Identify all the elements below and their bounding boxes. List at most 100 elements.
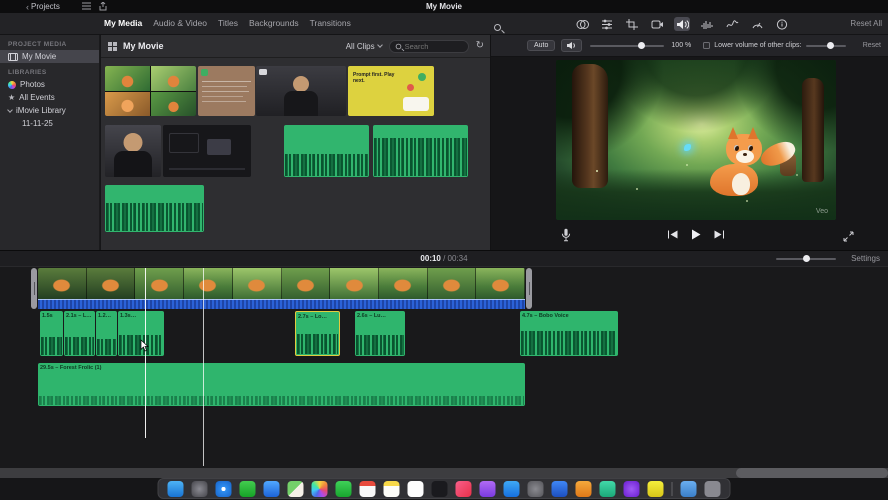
playhead-line[interactable] <box>203 268 204 466</box>
play-button[interactable] <box>691 229 701 240</box>
dock-icon-finder[interactable] <box>167 480 184 497</box>
tab-titles[interactable]: Titles <box>218 18 238 28</box>
volume-adjust-icon[interactable] <box>674 17 690 31</box>
sidebar-item-all-events[interactable]: ★ All Events <box>0 91 99 104</box>
lower-volume-knob[interactable] <box>827 41 835 49</box>
dock-icon-settings[interactable] <box>527 480 544 497</box>
timeline-settings-button[interactable]: Settings <box>851 254 880 263</box>
search-input[interactable] <box>404 41 463 51</box>
refresh-icon[interactable]: ↻ <box>476 41 484 51</box>
tab-backgrounds[interactable]: Backgrounds <box>249 18 299 28</box>
mute-speaker-button[interactable] <box>561 39 583 52</box>
color-balance-icon[interactable] <box>574 17 590 31</box>
dock-icon-podcasts[interactable] <box>479 480 496 497</box>
dock-icon-tv[interactable] <box>431 480 448 497</box>
timeline-ruler[interactable]: 00:10 / 00:34 Settings <box>0 251 888 267</box>
enhance-magnifier-icon[interactable] <box>494 18 501 36</box>
dock-icon-mail[interactable] <box>263 480 280 497</box>
clip-grid-icon[interactable] <box>108 41 117 51</box>
media-thumbnail-document[interactable] <box>198 66 255 116</box>
tab-my-media[interactable]: My Media <box>104 18 142 28</box>
previous-frame-button[interactable] <box>667 230 678 239</box>
video-track[interactable] <box>38 268 525 299</box>
scrollbar-thumb[interactable] <box>736 468 888 478</box>
info-icon[interactable] <box>774 17 790 31</box>
dock-icon-reminders[interactable] <box>407 480 424 497</box>
tab-audio-video[interactable]: Audio & Video <box>153 18 207 28</box>
zoom-slider-knob[interactable] <box>803 255 810 262</box>
timeline-audio-clip[interactable]: 2.6s – Lu… <box>355 311 405 356</box>
dock-icon-pages[interactable] <box>575 480 592 497</box>
dock-icon-numbers[interactable] <box>599 480 616 497</box>
dock-icon-maps[interactable] <box>287 480 304 497</box>
timeline-zoom-slider[interactable] <box>776 255 836 262</box>
video-audio-waveform[interactable] <box>38 299 525 309</box>
video-preview[interactable]: Veo <box>556 60 836 220</box>
dock-icon-music[interactable] <box>455 480 472 497</box>
auto-volume-button[interactable]: Auto <box>527 40 556 51</box>
timeline-audio-clip[interactable]: 4.7s – Bobo Voice <box>520 311 618 356</box>
media-thumbnail-audio-clip[interactable] <box>373 125 468 177</box>
reset-all-button[interactable]: Reset All <box>850 19 882 28</box>
dock-icon-photos[interactable] <box>311 480 328 497</box>
dock-icon-app-store[interactable] <box>503 480 520 497</box>
reset-button[interactable]: Reset <box>863 42 881 49</box>
media-thumbnail-prompt-card[interactable]: Prompt first. Play next. <box>348 66 434 116</box>
audio-waveform <box>521 331 617 355</box>
dock-icon-keynote[interactable] <box>551 480 568 497</box>
volume-slider-knob[interactable] <box>638 41 646 49</box>
horizontal-scrollbar[interactable] <box>0 468 888 478</box>
timeline-audio-clip[interactable]: 1.5s <box>40 311 63 356</box>
dock-icon-messages[interactable] <box>239 480 256 497</box>
dock-icon-photo-booth[interactable] <box>647 480 664 497</box>
share-icon[interactable] <box>99 2 107 11</box>
fullscreen-icon[interactable] <box>843 231 854 242</box>
sidebar-item-imovie-library[interactable]: iMovie Library <box>0 104 99 117</box>
voiceover-mic-icon[interactable] <box>561 228 571 242</box>
dock-icon-downloads[interactable] <box>680 480 697 497</box>
color-correction-icon[interactable] <box>599 17 615 31</box>
dock-icon-notes[interactable] <box>383 480 400 497</box>
list-view-icon[interactable] <box>81 2 91 11</box>
equalizer-icon[interactable] <box>724 17 740 31</box>
media-thumbnail-audio-clip[interactable] <box>284 125 369 177</box>
all-clips-label: All Clips <box>345 41 375 51</box>
all-clips-dropdown[interactable]: All Clips <box>345 41 383 51</box>
trim-handle-left[interactable] <box>31 268 37 309</box>
volume-slider[interactable] <box>590 41 665 49</box>
media-thumbnail-presenter-close[interactable] <box>105 125 161 177</box>
back-to-projects-button[interactable]: ‹ Projects <box>26 2 60 11</box>
tab-transitions[interactable]: Transitions <box>310 18 351 28</box>
dock-icon-launchpad[interactable] <box>191 480 208 497</box>
sidebar-item-my-movie[interactable]: My Movie <box>0 50 99 63</box>
dock-icon-trash[interactable] <box>704 480 721 497</box>
media-thumbnail-fox-collage[interactable] <box>105 66 196 116</box>
timeline-audio-clip[interactable]: 1.2… <box>96 311 117 356</box>
dock-icon-facetime[interactable] <box>335 480 352 497</box>
skimmer-line[interactable] <box>145 268 146 438</box>
sidebar-item-photos[interactable]: Photos <box>0 78 99 91</box>
timeline-audio-clip[interactable]: 2.1s – L… <box>64 311 95 356</box>
dock-icon-imovie[interactable] <box>623 480 640 497</box>
sidebar-item-event-date[interactable]: 11-11-25 <box>0 117 99 130</box>
noise-reduction-icon[interactable] <box>699 17 715 31</box>
media-thumbnail-audio-clip[interactable] <box>105 185 204 232</box>
back-label: Projects <box>31 2 60 11</box>
stabilization-icon[interactable] <box>649 17 665 31</box>
media-thumbnail-presenter-wide[interactable] <box>256 66 346 116</box>
next-frame-button[interactable] <box>714 230 725 239</box>
browser-title: My Movie <box>123 41 164 51</box>
speed-icon[interactable] <box>749 17 765 31</box>
lower-volume-checkbox[interactable] <box>703 42 711 49</box>
media-thumbnail-screen-recording[interactable] <box>163 125 251 177</box>
lower-volume-slider[interactable] <box>806 41 847 49</box>
background-music-clip[interactable]: 29.5s – Forest Frolic (1) <box>38 363 525 406</box>
search-box <box>388 39 469 53</box>
dock-icon-safari[interactable] <box>215 480 232 497</box>
dock-icon-calendar[interactable] <box>359 480 376 497</box>
disclosure-chevron-icon[interactable] <box>7 106 13 113</box>
crop-icon[interactable] <box>624 17 640 31</box>
trim-handle-right[interactable] <box>526 268 532 309</box>
video-frame <box>86 268 136 299</box>
timeline-audio-clip-selected[interactable]: 2.7s – Lo… <box>295 311 340 356</box>
